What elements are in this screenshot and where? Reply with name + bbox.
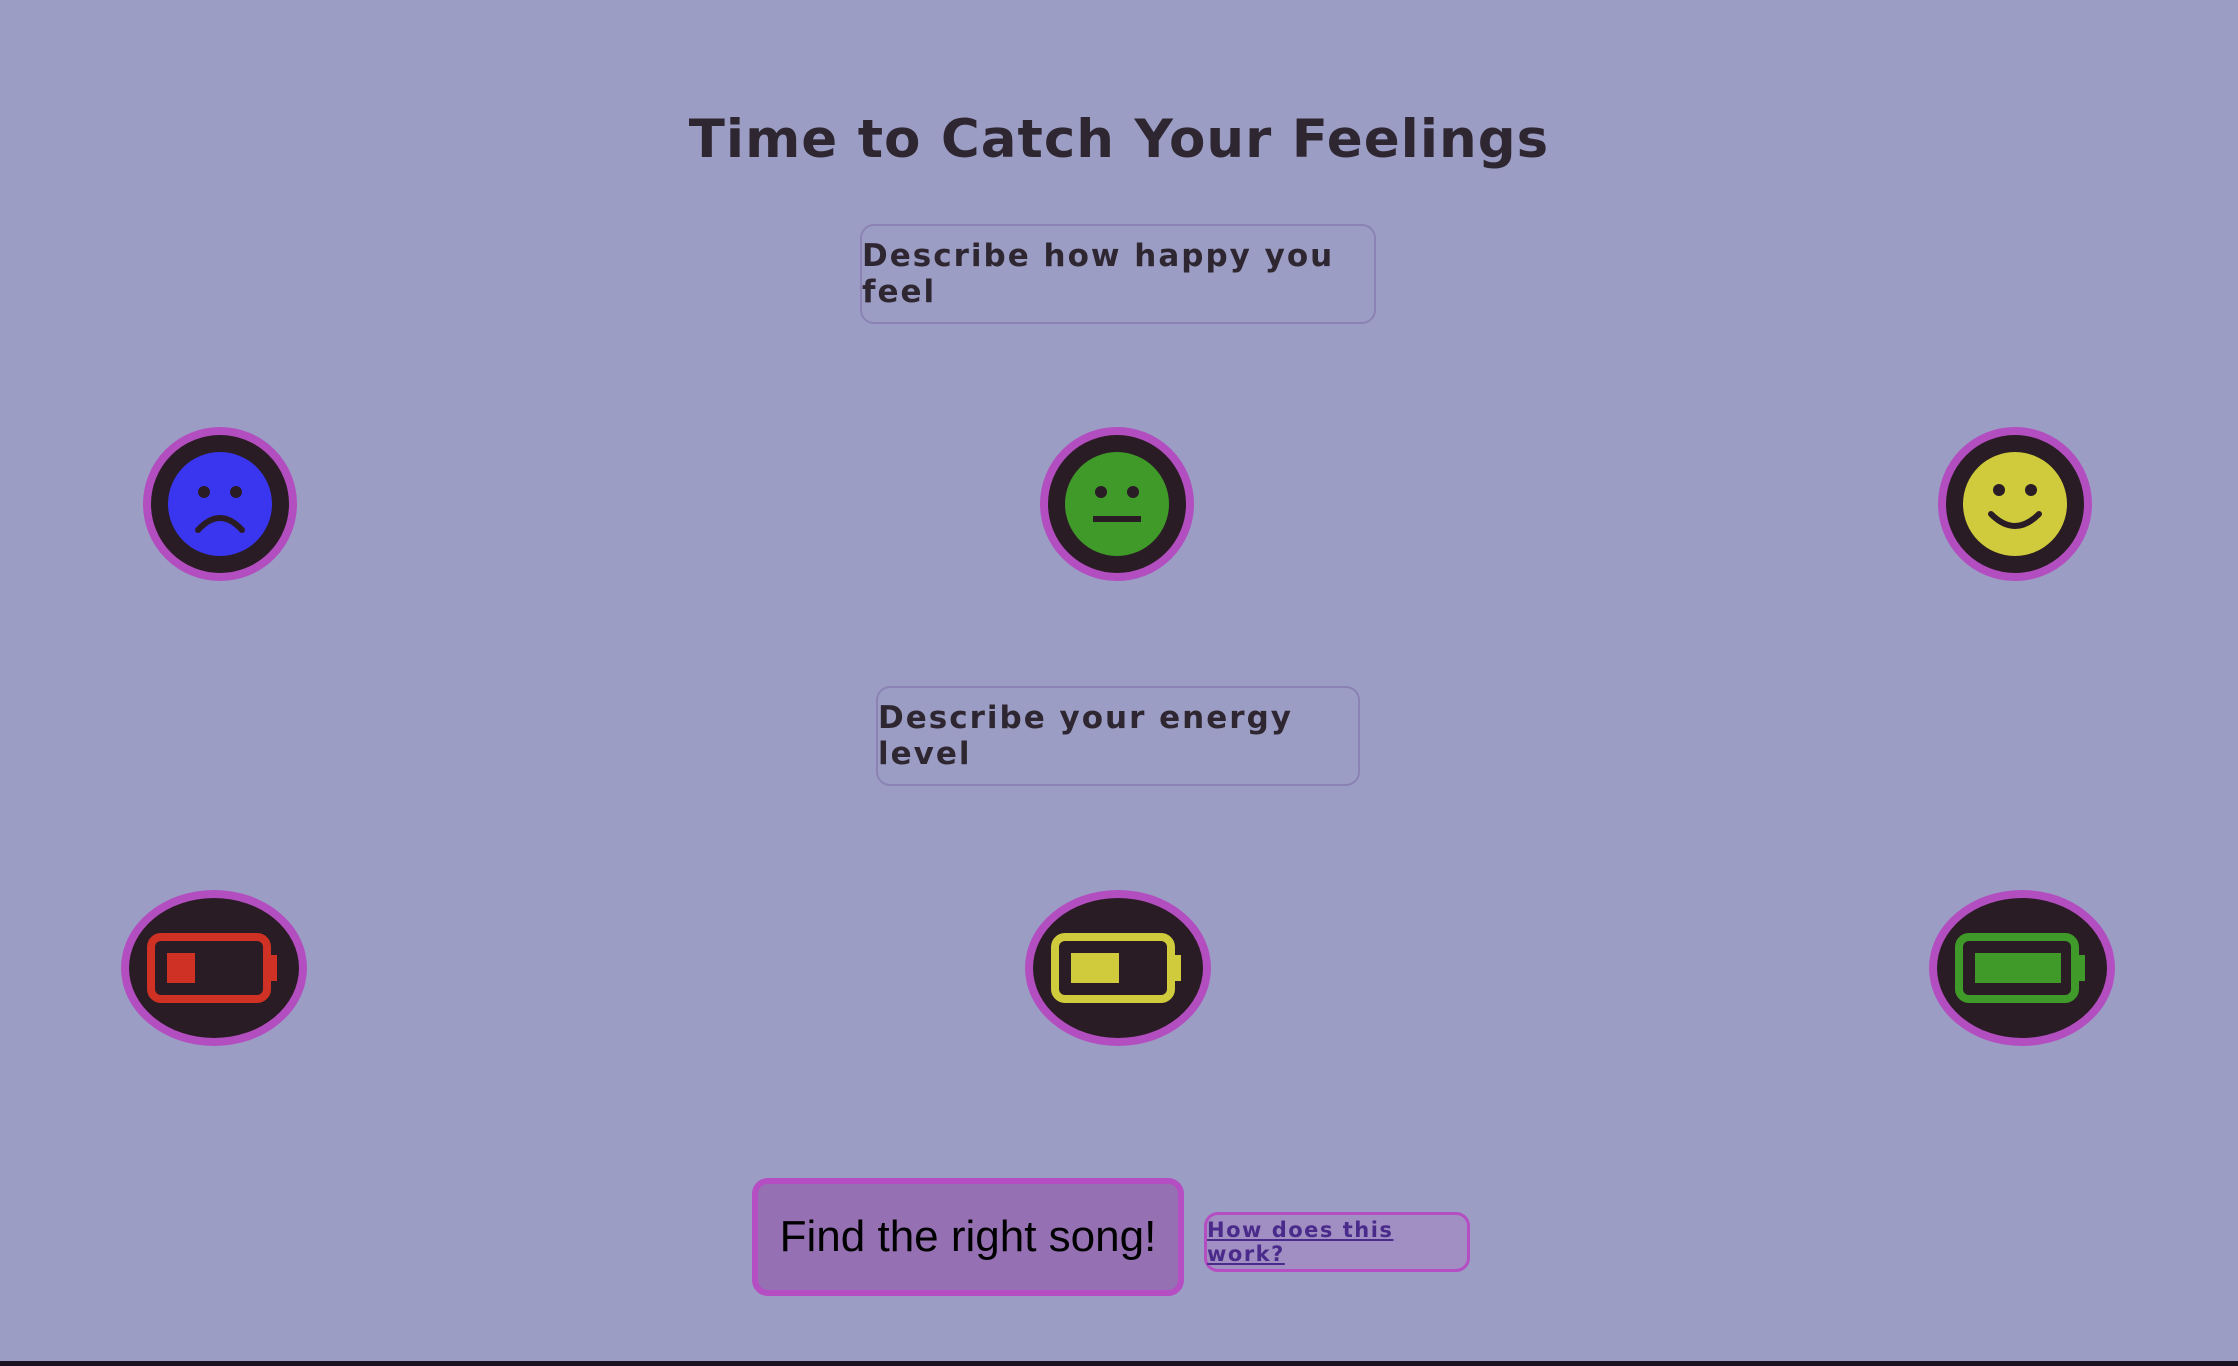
sad-face-icon bbox=[168, 452, 272, 556]
mood-happy-button[interactable] bbox=[1938, 427, 2092, 581]
energy-prompt: Describe your energy level bbox=[876, 686, 1360, 786]
mood-sad-button[interactable] bbox=[143, 427, 297, 581]
page-title: Time to Catch Your Feelings bbox=[688, 109, 1550, 170]
happiness-prompt: Describe how happy you feel bbox=[860, 224, 1376, 324]
battery-medium-icon bbox=[1051, 933, 1181, 1003]
energy-medium-button[interactable] bbox=[1025, 890, 1211, 1046]
how-it-works-link[interactable]: How does this work? bbox=[1204, 1212, 1470, 1272]
battery-low-icon bbox=[147, 933, 277, 1003]
mood-neutral-button[interactable] bbox=[1040, 427, 1194, 581]
battery-full-icon bbox=[1955, 933, 2085, 1003]
find-song-button[interactable]: Find the right song! bbox=[752, 1178, 1184, 1296]
energy-low-button[interactable] bbox=[121, 890, 307, 1046]
energy-high-button[interactable] bbox=[1929, 890, 2115, 1046]
neutral-face-icon bbox=[1065, 452, 1169, 556]
bottom-divider bbox=[0, 1361, 2238, 1366]
happy-face-icon bbox=[1963, 452, 2067, 556]
page: Time to Catch Your Feelings Describe how… bbox=[0, 0, 2238, 1366]
